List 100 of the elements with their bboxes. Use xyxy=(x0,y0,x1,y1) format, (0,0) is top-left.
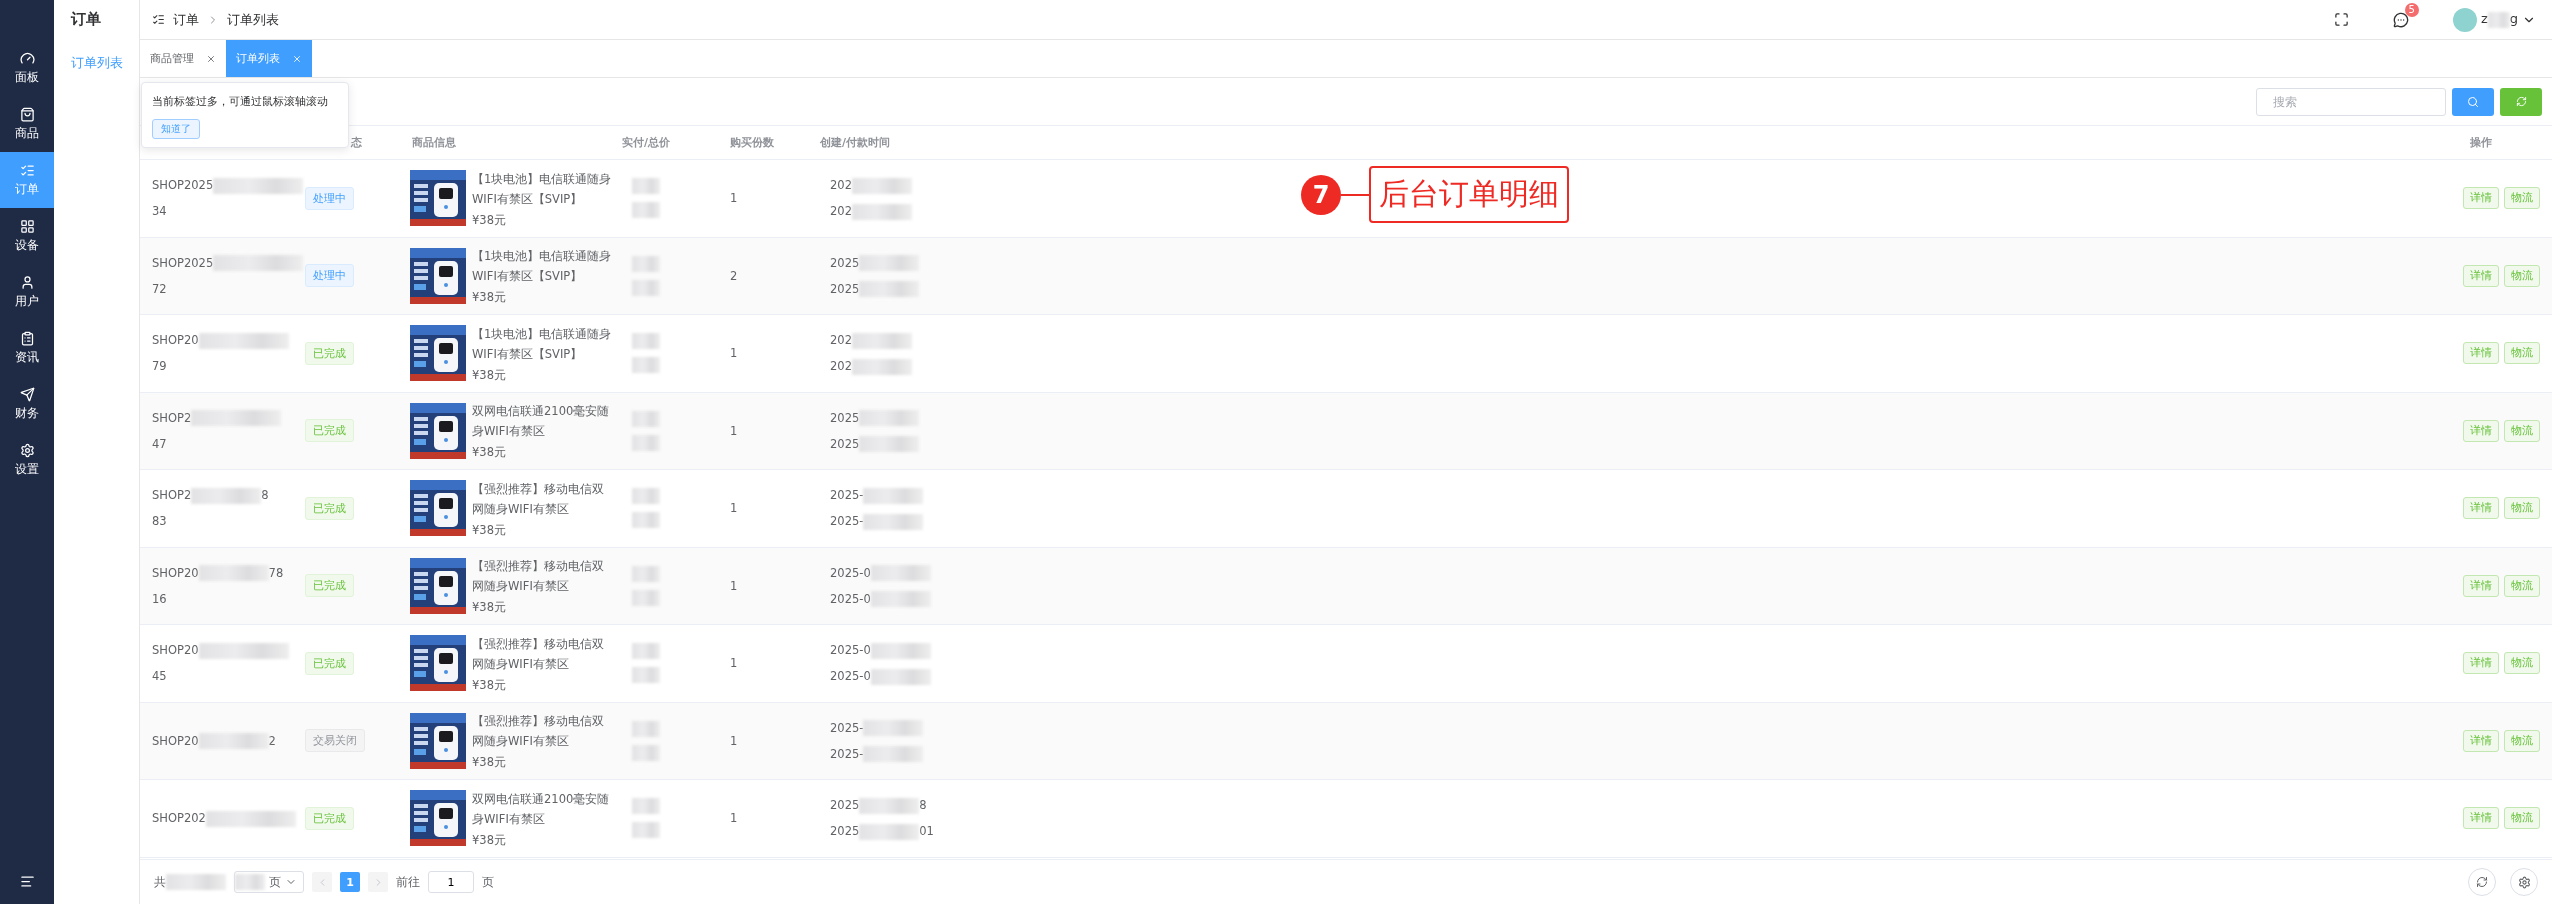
product-title: 【强烈推荐】移动电信双网随身WIFI有禁区 xyxy=(472,558,605,596)
product-price: ¥38元 xyxy=(472,522,507,538)
redaction-blur xyxy=(632,255,660,272)
redaction-blur xyxy=(870,668,931,685)
quantity: 1 xyxy=(729,191,739,206)
redaction-blur xyxy=(632,798,660,815)
breadcrumb-item[interactable]: 订单 xyxy=(173,10,199,29)
refresh-button[interactable] xyxy=(2468,868,2496,896)
redaction-blur xyxy=(632,488,660,505)
action-button[interactable]: 物流 xyxy=(2504,187,2540,210)
cell-text: 2025-0 xyxy=(830,667,931,686)
action-button[interactable]: 物流 xyxy=(2504,264,2540,287)
sidebar-item[interactable]: 用户 xyxy=(0,264,54,320)
message-icon[interactable] xyxy=(2392,11,2409,28)
page-input[interactable]: 1 xyxy=(428,871,474,893)
cell-text: 45 xyxy=(152,668,167,686)
sidebar-item[interactable]: 设置 xyxy=(0,432,54,488)
redaction-blur xyxy=(863,487,924,504)
cell-text: 34 xyxy=(152,203,167,221)
product-title: 双网电信联通2100毫安随身WIFI有禁区 xyxy=(472,403,611,441)
action-button[interactable]: 物流 xyxy=(2504,729,2540,752)
redaction-blur xyxy=(632,667,660,684)
action-button[interactable]: 详情 xyxy=(2463,342,2499,365)
action-button[interactable]: 详情 xyxy=(2463,652,2499,675)
redaction-blur xyxy=(632,202,660,219)
cell-text: SHOP20 2 xyxy=(152,732,276,750)
sidebar-item[interactable]: 商品 xyxy=(0,96,54,152)
username[interactable]: z g xyxy=(2480,11,2518,28)
refresh-button[interactable] xyxy=(2500,87,2542,116)
cell-text: SHOP202 xyxy=(152,809,296,828)
redaction-blur xyxy=(632,589,660,606)
redaction-blur xyxy=(632,333,660,350)
action-button[interactable]: 详情 xyxy=(2463,807,2499,830)
redaction-blur xyxy=(863,746,924,763)
product-title: 【强烈推荐】移动电信双网随身WIFI有禁区 xyxy=(472,713,605,751)
breadcrumb-item[interactable]: 订单列表 xyxy=(227,10,279,29)
action-button[interactable]: 物流 xyxy=(2504,497,2540,520)
action-button[interactable]: 详情 xyxy=(2463,497,2499,520)
cell-text: 202 xyxy=(830,202,912,221)
got-it-button[interactable]: 知道了 xyxy=(152,119,200,139)
sidebar-item[interactable]: 财务 xyxy=(0,376,54,432)
cell-text: 2025 xyxy=(830,434,920,453)
submenu-item[interactable]: 订单列表 xyxy=(54,38,139,88)
redaction-blur xyxy=(632,720,660,737)
tip-text: 当前标签过多，可通过鼠标滚轴滚动 xyxy=(152,95,329,109)
cell-text: 2025 xyxy=(830,253,920,272)
cell-text: 2025 8 xyxy=(830,796,927,815)
redaction-blur xyxy=(859,281,920,298)
cell-text: 2025-0 xyxy=(830,589,931,608)
cell-text: SHOP2025 xyxy=(152,176,304,195)
redaction-blur xyxy=(851,203,912,220)
status-tag: 已完成 xyxy=(305,574,354,598)
cell-text: SHOP2025 xyxy=(152,253,304,272)
page-button[interactable]: 1 xyxy=(340,872,360,892)
redaction-blur xyxy=(235,874,265,890)
quantity: 2 xyxy=(729,268,739,283)
action-button[interactable]: 详情 xyxy=(2463,187,2499,210)
close-icon[interactable] xyxy=(206,53,216,64)
product-price: ¥38元 xyxy=(472,677,507,693)
redaction-blur xyxy=(870,591,931,608)
product-price: ¥38元 xyxy=(472,445,507,461)
sidebar-item[interactable]: 面板 xyxy=(0,40,54,96)
search-button[interactable] xyxy=(2452,87,2494,116)
action-button[interactable]: 物流 xyxy=(2504,574,2540,597)
close-icon[interactable] xyxy=(292,53,302,64)
page-size-select[interactable]: 页 xyxy=(234,871,304,893)
status-tag: 已完成 xyxy=(305,806,354,830)
cell-text: 72 xyxy=(152,280,167,298)
redaction-blur xyxy=(863,720,924,737)
column-header: 实付/总价 xyxy=(621,135,672,150)
column-header: 态 xyxy=(349,135,363,150)
search-field[interactable]: 搜索 xyxy=(2256,87,2446,116)
sidebar-item[interactable]: 设备 xyxy=(0,208,54,264)
cell-text: 2025- xyxy=(830,744,924,763)
action-button[interactable]: 详情 xyxy=(2463,419,2499,442)
status-tag: 已完成 xyxy=(305,651,354,675)
action-button[interactable]: 物流 xyxy=(2504,807,2540,830)
redaction-blur xyxy=(870,642,931,659)
redaction-blur xyxy=(859,436,920,453)
action-button[interactable]: 详情 xyxy=(2463,574,2499,597)
action-button[interactable]: 详情 xyxy=(2463,729,2499,752)
cell-text: 202 xyxy=(830,357,912,376)
sidebar-item[interactable]: 订单 xyxy=(0,152,54,208)
action-button[interactable]: 详情 xyxy=(2463,264,2499,287)
redaction-blur xyxy=(632,279,660,296)
page-tab[interactable]: 订单列表 xyxy=(226,40,312,77)
action-button[interactable]: 物流 xyxy=(2504,342,2540,365)
product-title: 【强烈推荐】移动电信双网随身WIFI有禁区 xyxy=(472,480,605,518)
fullscreen-icon[interactable] xyxy=(2333,12,2349,27)
quantity: 1 xyxy=(729,346,739,361)
settings-icon xyxy=(2517,875,2531,889)
status-tag: 交易关闭 xyxy=(305,729,365,753)
redaction-blur xyxy=(851,177,912,194)
cell-text: 83 xyxy=(152,513,167,531)
settings-button[interactable] xyxy=(2510,868,2538,896)
redaction-blur xyxy=(632,744,660,761)
action-button[interactable]: 物流 xyxy=(2504,419,2540,442)
redaction-blur xyxy=(851,358,912,375)
action-button[interactable]: 物流 xyxy=(2504,652,2540,675)
sidebar-item[interactable]: 资讯 xyxy=(0,320,54,376)
